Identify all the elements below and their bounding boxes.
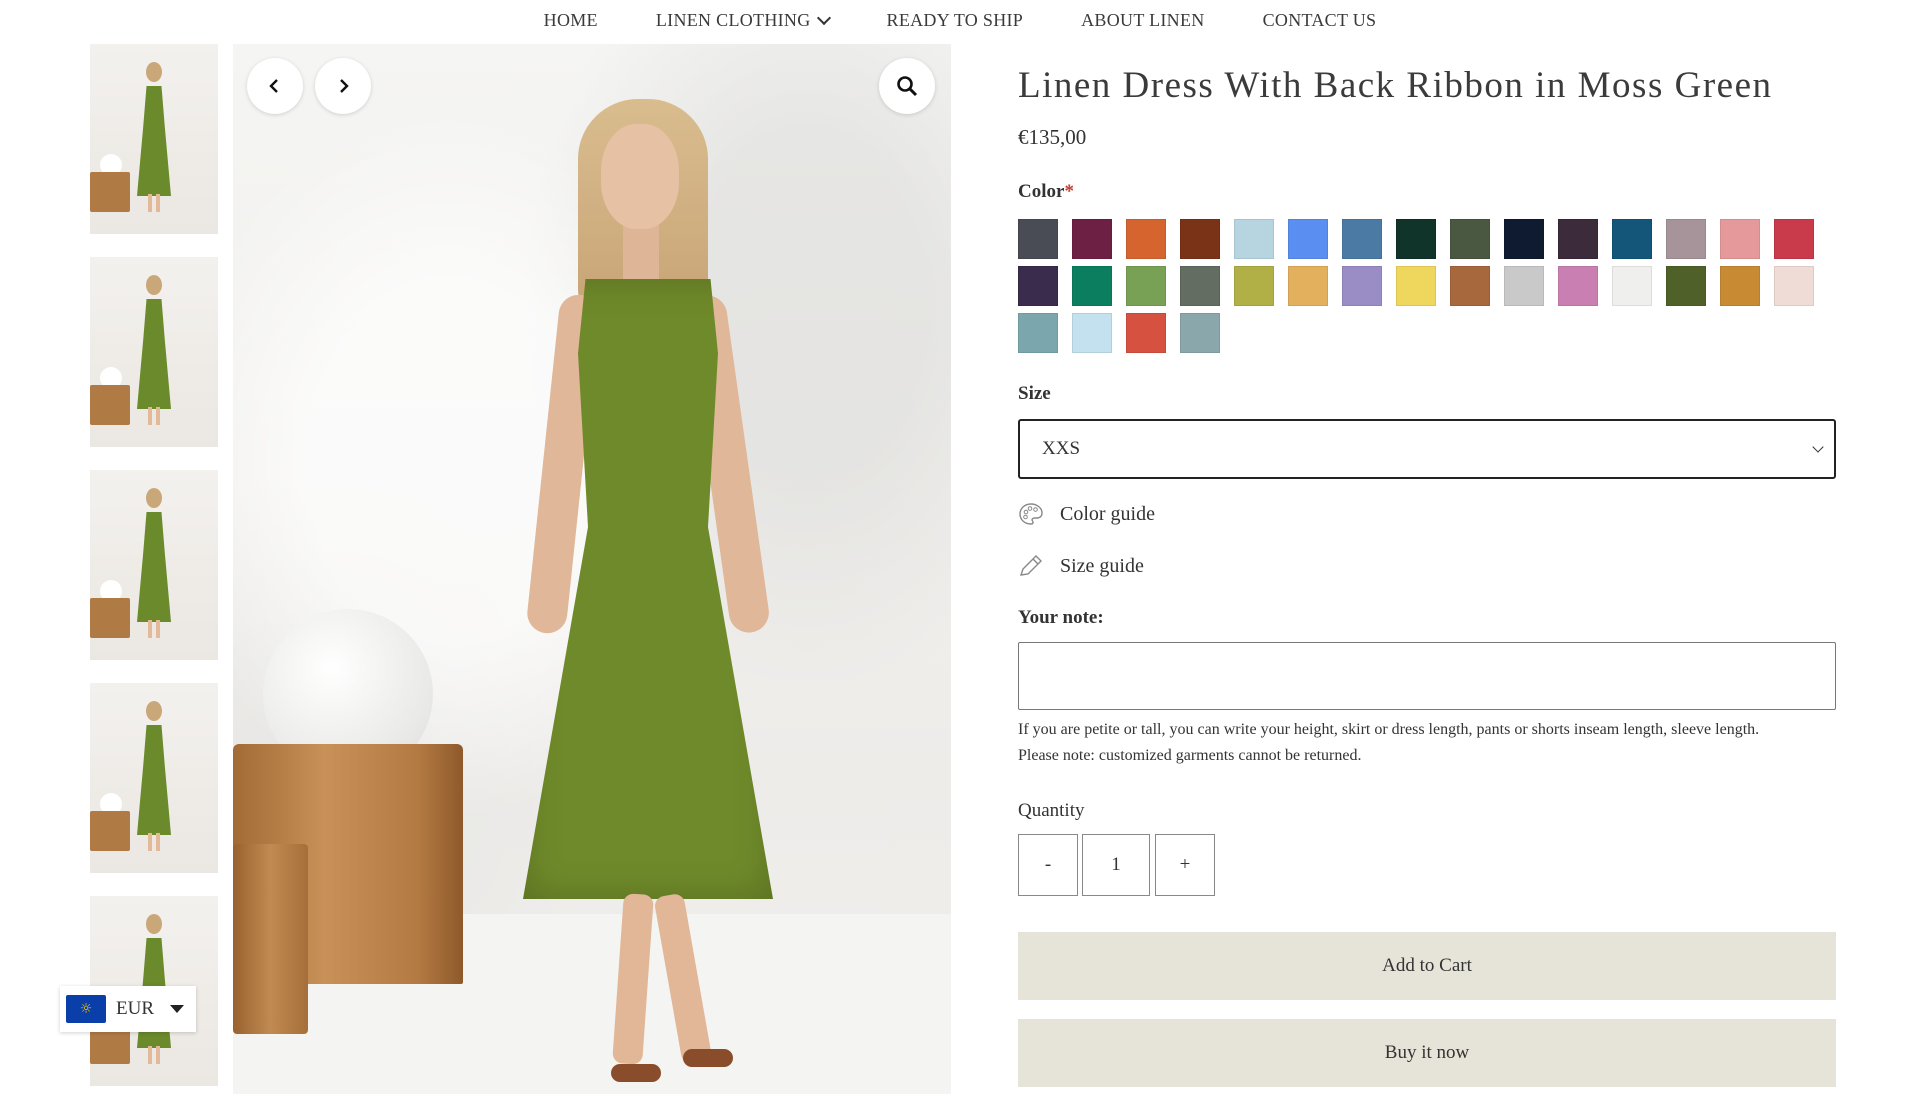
top-nav: HOME LINEN CLOTHING READY TO SHIP ABOUT … [0, 0, 1920, 40]
prev-image-button[interactable] [247, 58, 303, 114]
thumb-model [137, 275, 171, 425]
color-swatch[interactable] [1018, 219, 1058, 259]
color-swatch[interactable] [1126, 219, 1166, 259]
quantity-input[interactable]: 1 [1082, 834, 1150, 896]
thumbnail-3[interactable] [90, 470, 218, 660]
color-swatch[interactable] [1720, 219, 1760, 259]
magnifier-icon [897, 76, 918, 97]
color-swatch[interactable] [1666, 266, 1706, 306]
color-swatch[interactable] [1342, 266, 1382, 306]
nav-contact-us[interactable]: CONTACT US [1263, 10, 1377, 31]
product-price: €135,00 [1018, 125, 1087, 149]
thumb-stool [90, 811, 130, 851]
color-swatch[interactable] [1018, 313, 1058, 353]
thumb-model [137, 701, 171, 851]
zoom-button[interactable] [879, 58, 935, 114]
color-guide-label: Color guide [1060, 502, 1155, 525]
required-mark: * [1064, 181, 1074, 202]
color-swatch[interactable] [1396, 219, 1436, 259]
quantity-increase-button[interactable]: + [1155, 834, 1215, 896]
color-swatch[interactable] [1666, 219, 1706, 259]
thumb-stool [90, 172, 130, 212]
product-title: Linen Dress With Back Ribbon in Moss Gre… [1018, 65, 1773, 106]
color-swatch[interactable] [1180, 266, 1220, 306]
color-swatch[interactable] [1018, 266, 1058, 306]
buy-now-button[interactable]: Buy it now [1018, 1019, 1836, 1087]
color-swatch[interactable] [1288, 219, 1328, 259]
size-select[interactable]: XXS [1018, 419, 1836, 479]
chevron-left-icon [269, 79, 278, 93]
color-swatch[interactable] [1504, 219, 1544, 259]
chevron-down-icon [1812, 441, 1824, 453]
color-swatch[interactable] [1558, 266, 1598, 306]
color-guide-link[interactable]: Color guide [1018, 502, 1155, 526]
nav-about-linen-label: ABOUT LINEN [1081, 9, 1205, 30]
color-swatch[interactable] [1126, 266, 1166, 306]
quantity-decrease-button[interactable]: - [1018, 834, 1078, 896]
color-label: Color* [1018, 181, 1074, 203]
nav-home-label: HOME [543, 9, 598, 30]
color-swatch[interactable] [1504, 266, 1544, 306]
color-swatch[interactable] [1288, 266, 1328, 306]
color-swatch[interactable] [1126, 313, 1166, 353]
eu-flag-icon: ☼ [66, 995, 106, 1023]
nav-contact-us-label: CONTACT US [1262, 9, 1377, 30]
nav-linen-clothing-label: LINEN CLOTHING [655, 9, 811, 30]
color-swatch[interactable] [1072, 266, 1112, 306]
nav-home[interactable]: HOME [544, 10, 598, 31]
size-label: Size [1018, 383, 1051, 404]
size-guide-label: Size guide [1060, 554, 1144, 577]
note-input[interactable] [1018, 642, 1836, 710]
color-swatch[interactable] [1072, 219, 1112, 259]
nav-ready-to-ship-label: READY TO SHIP [886, 9, 1024, 30]
next-image-button[interactable] [315, 58, 371, 114]
color-swatch[interactable] [1450, 266, 1490, 306]
currency-code: EUR [116, 998, 154, 1019]
thumbnail-list [90, 44, 218, 1109]
thumbnail-1[interactable] [90, 44, 218, 234]
thumb-model [137, 62, 171, 212]
model-figure [483, 64, 813, 1094]
color-swatch[interactable] [1450, 219, 1490, 259]
color-swatch[interactable] [1342, 219, 1382, 259]
color-swatch[interactable] [1234, 219, 1274, 259]
size-select-value: XXS [1042, 438, 1081, 459]
thumb-stool [90, 598, 130, 638]
thumbnail-4[interactable] [90, 683, 218, 873]
color-swatch[interactable] [1720, 266, 1760, 306]
quantity-label: Quantity [1018, 800, 1085, 821]
wooden-stool-small [233, 844, 308, 1034]
add-to-cart-button[interactable]: Add to Cart [1018, 932, 1836, 1000]
thumbnail-2[interactable] [90, 257, 218, 447]
color-swatch[interactable] [1612, 219, 1652, 259]
currency-selector[interactable]: ☼ EUR [60, 986, 196, 1032]
chevron-right-icon [340, 79, 349, 93]
chevron-down-icon [816, 10, 831, 25]
nav-linen-clothing[interactable]: LINEN CLOTHING [655, 9, 831, 31]
palette-icon [1019, 503, 1043, 525]
caret-down-icon [170, 1005, 184, 1013]
color-swatch[interactable] [1774, 266, 1814, 306]
note-help: If you are petite or tall, you can write… [1018, 717, 1838, 769]
note-help-line-2: Please note: customized garments cannot … [1018, 747, 1362, 764]
pencil-icon [1019, 555, 1042, 576]
nav-about-linen[interactable]: ABOUT LINEN [1081, 10, 1204, 31]
color-swatch[interactable] [1558, 219, 1598, 259]
color-swatch[interactable] [1180, 219, 1220, 259]
color-label-text: Color [1018, 181, 1065, 202]
color-swatch[interactable] [1774, 219, 1814, 259]
size-guide-link[interactable]: Size guide [1018, 554, 1144, 578]
note-label: Your note: [1018, 607, 1104, 628]
color-swatch[interactable] [1180, 313, 1220, 353]
thumb-model-back [137, 488, 171, 638]
color-swatch[interactable] [1612, 266, 1652, 306]
note-help-line-1: If you are petite or tall, you can write… [1018, 721, 1760, 738]
color-swatch[interactable] [1234, 266, 1274, 306]
color-swatch[interactable] [1072, 313, 1112, 353]
main-product-image[interactable] [233, 44, 951, 1094]
nav-ready-to-ship[interactable]: READY TO SHIP [887, 10, 1024, 31]
thumb-stool [90, 385, 130, 425]
color-swatch[interactable] [1396, 266, 1436, 306]
